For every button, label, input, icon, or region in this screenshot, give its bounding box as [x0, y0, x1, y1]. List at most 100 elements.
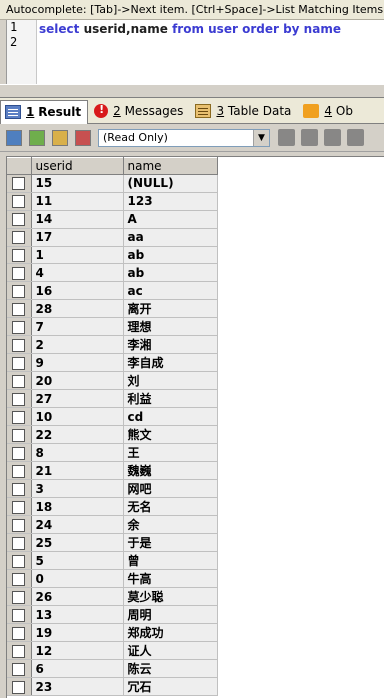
row-checkbox[interactable]: [12, 662, 26, 676]
cell-userid[interactable]: 26: [31, 587, 124, 607]
row-selector[interactable]: [7, 461, 32, 481]
table-row[interactable]: 5曾: [7, 551, 218, 571]
row-checkbox[interactable]: [12, 302, 26, 316]
table-row[interactable]: 20 刘: [7, 371, 218, 391]
row-selector[interactable]: [7, 317, 32, 337]
cell-userid[interactable]: 16: [31, 281, 124, 301]
cell-name[interactable]: cd: [123, 407, 218, 427]
row-checkbox[interactable]: [12, 644, 26, 658]
row-checkbox[interactable]: [12, 608, 26, 622]
row-selector[interactable]: [7, 353, 32, 373]
row-checkbox[interactable]: [12, 590, 26, 604]
table-row[interactable]: 15 (NULL): [7, 174, 218, 193]
table-row[interactable]: 16 ac: [7, 281, 218, 301]
row-selector[interactable]: [7, 174, 32, 193]
row-selector[interactable]: [7, 443, 32, 463]
row-selector[interactable]: [7, 497, 32, 517]
row-checkbox[interactable]: [12, 572, 26, 586]
cell-userid[interactable]: 25: [31, 533, 124, 553]
cell-name[interactable]: 熊文: [123, 425, 218, 445]
row-checkbox[interactable]: [12, 536, 26, 550]
row-checkbox[interactable]: [12, 464, 26, 478]
cell-name[interactable]: 陈云: [123, 659, 218, 679]
table-row[interactable]: 4 ab: [7, 263, 218, 283]
cell-userid[interactable]: 11: [31, 192, 124, 211]
row-selector[interactable]: [7, 515, 32, 535]
cell-userid[interactable]: 1: [31, 246, 124, 265]
sql-editor[interactable]: 1 2 select userid,name from user order b…: [6, 20, 384, 84]
table-row[interactable]: 6 陈云: [7, 659, 218, 679]
row-checkbox[interactable]: [12, 213, 26, 227]
tab-table-data[interactable]: 3 Table Data: [191, 100, 297, 122]
table-row[interactable]: 14 A: [7, 210, 218, 229]
table-row[interactable]: 28 离开: [7, 299, 218, 319]
table-row[interactable]: 22 熊文: [7, 425, 218, 445]
row-checkbox[interactable]: [12, 195, 26, 209]
row-checkbox[interactable]: [12, 518, 26, 532]
cell-userid[interactable]: 6: [31, 659, 124, 679]
row-selector[interactable]: [7, 623, 32, 643]
cell-userid[interactable]: 13: [31, 605, 124, 625]
cell-name[interactable]: 曾: [123, 551, 218, 571]
row-checkbox[interactable]: [12, 482, 26, 496]
cell-name[interactable]: 李自成: [123, 353, 218, 373]
row-selector-header[interactable]: [7, 157, 32, 175]
cell-userid[interactable]: 0: [31, 569, 124, 589]
row-checkbox[interactable]: [12, 428, 26, 442]
table-row[interactable]: 9 李自成: [7, 353, 218, 373]
row-checkbox[interactable]: [12, 231, 26, 245]
cell-name[interactable]: 刘: [123, 371, 218, 391]
cell-name[interactable]: 证人: [123, 641, 218, 661]
cell-userid[interactable]: 24: [31, 515, 124, 535]
table-row[interactable]: 24 余: [7, 515, 218, 535]
save-changes-icon[interactable]: [52, 129, 68, 146]
row-selector[interactable]: [7, 605, 32, 625]
cell-name[interactable]: 网吧: [123, 479, 218, 499]
row-checkbox[interactable]: [12, 626, 26, 640]
cell-userid[interactable]: 4: [31, 263, 124, 283]
row-checkbox[interactable]: [12, 320, 26, 334]
row-checkbox[interactable]: [12, 374, 26, 388]
row-selector[interactable]: [7, 587, 32, 607]
cell-userid[interactable]: 10: [31, 407, 124, 427]
cell-name[interactable]: 莫少聪: [123, 587, 218, 607]
row-selector[interactable]: [7, 371, 32, 391]
row-selector[interactable]: [7, 641, 32, 661]
table-row[interactable]: 17 aa: [7, 228, 218, 247]
row-selector[interactable]: [7, 246, 32, 265]
table-row[interactable]: 11 123: [7, 192, 218, 211]
row-selector[interactable]: [7, 659, 32, 679]
cell-name[interactable]: 李湘: [123, 335, 218, 355]
cell-userid[interactable]: 21: [31, 461, 124, 481]
row-selector[interactable]: [7, 192, 32, 211]
cell-userid[interactable]: 18: [31, 497, 124, 517]
result-grid[interactable]: userid name 15 (NULL) 11 123 14 A 17 aa 1 ab 4 ab 16…: [6, 156, 384, 698]
row-checkbox[interactable]: [12, 356, 26, 370]
insert-row-icon[interactable]: [29, 129, 45, 146]
mode-select[interactable]: (Read Only) ▼: [98, 128, 270, 147]
row-checkbox[interactable]: [12, 680, 26, 694]
row-selector[interactable]: [7, 407, 32, 427]
cell-name[interactable]: 魏巍: [123, 461, 218, 481]
cell-name[interactable]: 冗石: [123, 677, 218, 697]
tab-result[interactable]: 1 Result: [0, 99, 89, 124]
row-selector[interactable]: [7, 335, 32, 355]
tab-objects[interactable]: 4 Ob: [299, 100, 359, 122]
row-checkbox[interactable]: [12, 177, 26, 191]
cell-name[interactable]: 利益: [123, 389, 218, 409]
cell-userid[interactable]: 9: [31, 353, 124, 373]
cell-name[interactable]: (NULL): [123, 174, 218, 193]
row-checkbox[interactable]: [12, 338, 26, 352]
table-row[interactable]: 18 无名: [7, 497, 218, 517]
row-selector[interactable]: [7, 569, 32, 589]
table-row[interactable]: 13 周明: [7, 605, 218, 625]
cell-name[interactable]: 牛高: [123, 569, 218, 589]
table-row[interactable]: 21 魏巍: [7, 461, 218, 481]
sql-query-text[interactable]: select userid,name from user order by na…: [39, 22, 341, 37]
table-row[interactable]: 25 于是: [7, 533, 218, 553]
cell-name[interactable]: 离开: [123, 299, 218, 319]
cell-name[interactable]: 余: [123, 515, 218, 535]
cell-userid[interactable]: 14: [31, 210, 124, 229]
cell-userid[interactable]: 5: [31, 551, 124, 571]
table-row[interactable]: 27 利益: [7, 389, 218, 409]
